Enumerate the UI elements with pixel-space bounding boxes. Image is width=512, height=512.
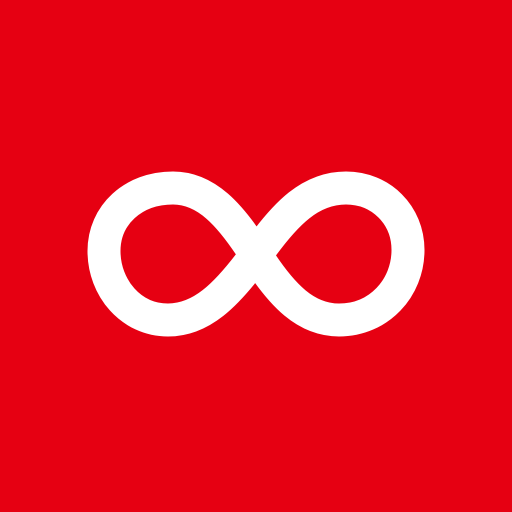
app-icon-tile [0,0,512,512]
infinity-icon [87,171,425,337]
infinity-stroke [87,171,425,337]
